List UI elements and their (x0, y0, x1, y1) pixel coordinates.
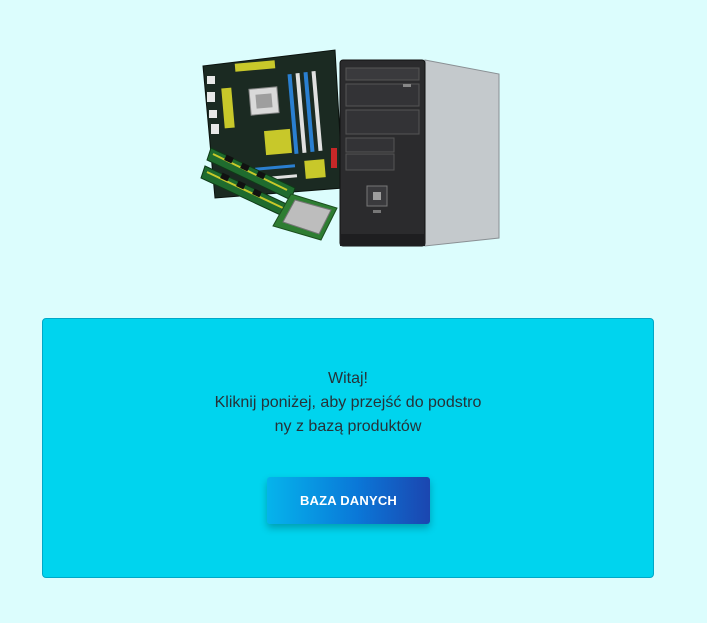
computer-parts-illustration (195, 48, 505, 253)
welcome-greeting: Witaj! (328, 370, 368, 387)
pc-tower-icon (339, 59, 500, 247)
welcome-message: Witaj! Kliknij poniżej, aby przejść do p… (43, 367, 653, 439)
welcome-instruction-line1: Kliknij poniżej, aby przejść do podstro (214, 394, 482, 411)
welcome-instruction-line2: ny z bazą produktów (274, 418, 422, 435)
database-button[interactable]: BAZA DANYCH (267, 477, 430, 524)
cpu-chip-icon (272, 193, 338, 241)
page: Witaj! Kliknij poniżej, aby przejść do p… (0, 0, 707, 623)
welcome-card: Witaj! Kliknij poniżej, aby przejść do p… (42, 318, 654, 578)
